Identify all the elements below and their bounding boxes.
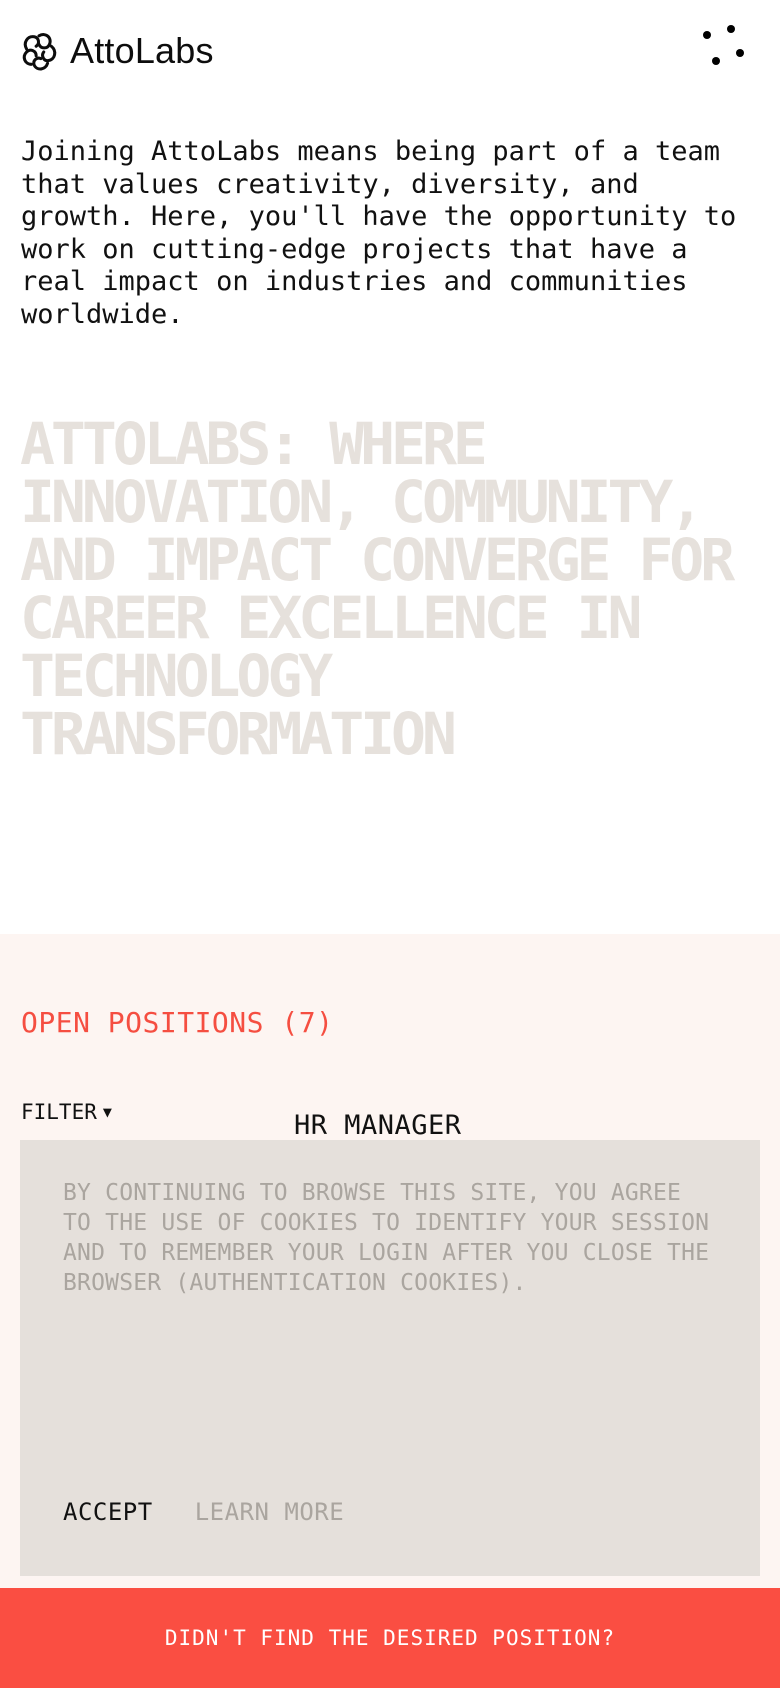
open-positions-title: OPEN POSITIONS (7) xyxy=(21,1006,334,1039)
cookie-actions: ACCEPT LEARN MORE xyxy=(63,1498,344,1526)
learn-more-link[interactable]: LEARN MORE xyxy=(195,1498,345,1526)
brand-name: AttoLabs xyxy=(70,30,214,71)
filter-label: FILTER xyxy=(21,1100,97,1124)
didnt-find-position-button[interactable]: DIDN'T FIND THE DESIRED POSITION? xyxy=(0,1588,780,1688)
hero-headline: ATTOLABS: WHERE INNOVATION, COMMUNITY, A… xyxy=(20,410,735,768)
brand-logo[interactable]: AttoLabs xyxy=(20,30,214,72)
job-listing-title[interactable]: HR MANAGER xyxy=(294,1110,462,1141)
dots-menu-icon xyxy=(703,25,744,65)
intro-paragraph: Joining AttoLabs means being part of a t… xyxy=(21,136,737,330)
accept-cookies-button[interactable]: ACCEPT xyxy=(63,1498,153,1526)
menu-button[interactable] xyxy=(696,20,750,74)
filter-dropdown[interactable]: FILTER ▼ xyxy=(21,1100,112,1124)
attolabs-knot-icon xyxy=(22,33,57,71)
caret-down-icon: ▼ xyxy=(102,1103,112,1121)
cookie-notice-text: BY CONTINUING TO BROWSE THIS SITE, YOU A… xyxy=(63,1180,710,1296)
cta-label: DIDN'T FIND THE DESIRED POSITION? xyxy=(164,1626,616,1650)
cookie-banner: BY CONTINUING TO BROWSE THIS SITE, YOU A… xyxy=(20,1140,760,1576)
site-header: AttoLabs xyxy=(0,0,780,110)
